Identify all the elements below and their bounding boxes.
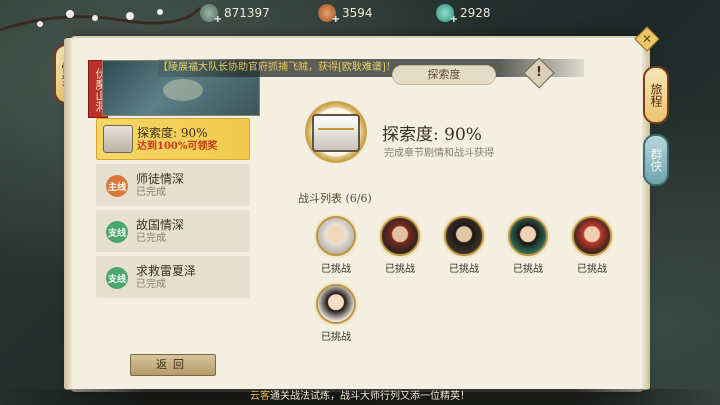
treasure-chest-icon (312, 114, 360, 152)
currency-bar: + 871397 + 3594 + 2928 (200, 2, 554, 25)
task-list: 探索度: 90% 达到100%可领奖 主线 师徒情深 已完成 支线 故国情深 已… (96, 118, 250, 302)
exploration-panel: 伏魔山洞 【陵展福大队长协助官府抓捕飞贼，获得[欧耿难谱]！ ! 探索度: 90… (64, 38, 650, 390)
notice-reward: [欧耿难谱] (338, 62, 386, 73)
fighter-status: 已挑战 (577, 264, 607, 275)
task-side-1[interactable]: 支线 故国情深 已完成 (96, 210, 250, 252)
fighter-status: 已挑战 (449, 264, 479, 275)
fighter-card[interactable]: 已挑战 (500, 216, 556, 275)
teal-gem-icon: + (436, 4, 458, 25)
fighter-portrait (316, 284, 356, 324)
currency-copper[interactable]: + 3594 (318, 2, 428, 25)
main-quest-badge: 主线 (106, 175, 128, 197)
notice-name: 陵展福大队长 (168, 62, 228, 73)
task-title: 故国情深 (136, 217, 185, 232)
fighter-portrait (444, 216, 484, 256)
task-sub: 已完成 (136, 232, 166, 244)
task-sub: 达到100%可领奖 (137, 140, 218, 152)
task-title: 探索度: 90% (137, 125, 208, 140)
ticker-text: 通关战法试炼，战斗大师行列又添一位精英！ (270, 391, 470, 402)
notice-marquee: 【陵展福大队长协助官府抓捕飞贼，获得[欧耿难谱]！ (158, 59, 584, 77)
fighter-portrait (508, 216, 548, 256)
fighter-portrait (572, 216, 612, 256)
task-title: 求救雷夏泽 (136, 263, 197, 278)
currency-value: 3594 (342, 6, 373, 20)
side-quest-badge: 支线 (106, 267, 128, 289)
task-main-1[interactable]: 主线 师徒情深 已完成 (96, 164, 250, 206)
task-side-2[interactable]: 支线 求救雷夏泽 已完成 (96, 256, 250, 298)
fighter-status: 已挑战 (321, 264, 351, 275)
explore-progress-desc: 完成章节剧情和战斗获得 (384, 148, 494, 159)
fighter-card[interactable]: 已挑战 (372, 216, 428, 275)
notice-prefix: 【 (158, 62, 168, 73)
jade-coin-icon: + (200, 4, 222, 25)
fight-list-title: 战斗列表 (6/6) (298, 192, 372, 205)
task-title: 师徒情深 (136, 171, 185, 186)
currency-value: 871397 (224, 6, 270, 20)
task-sub: 已完成 (136, 278, 166, 290)
chest-icon (103, 125, 133, 153)
fighter-card[interactable]: 已挑战 (564, 216, 620, 275)
notice-text: 协助官府抓捕飞贼，获得 (228, 62, 338, 73)
section-title: 探索度 (392, 65, 496, 85)
explore-progress-title: 探索度: 90% (382, 125, 482, 145)
fighter-card[interactable]: 已挑战 (308, 284, 364, 343)
scroll-edge-left (64, 38, 72, 390)
fighter-status: 已挑战 (321, 332, 351, 343)
copper-coin-icon: + (318, 4, 340, 25)
bottom-ticker: 云客通关战法试炼，战斗大师行列又添一位精英！ (0, 389, 720, 405)
tab-heroes[interactable]: 群侠 (643, 134, 669, 186)
currency-teal[interactable]: + 2928 (436, 2, 546, 25)
ticker-player: 云客 (250, 391, 270, 402)
fighter-portrait (316, 216, 356, 256)
fighter-card[interactable]: 已挑战 (436, 216, 492, 275)
currency-jade[interactable]: + 871397 (200, 2, 310, 25)
task-sub: 已完成 (136, 186, 166, 198)
fighter-status: 已挑战 (385, 264, 415, 275)
tab-journey[interactable]: 旅程 (643, 66, 669, 124)
currency-value: 2928 (460, 6, 491, 20)
fighter-card[interactable]: 已挑战 (308, 216, 364, 275)
back-button[interactable]: 返回 (130, 354, 216, 376)
side-quest-badge: 支线 (106, 221, 128, 243)
fighter-status: 已挑战 (513, 264, 543, 275)
task-explore-reward[interactable]: 探索度: 90% 达到100%可领奖 (96, 118, 250, 160)
fighter-portrait (380, 216, 420, 256)
